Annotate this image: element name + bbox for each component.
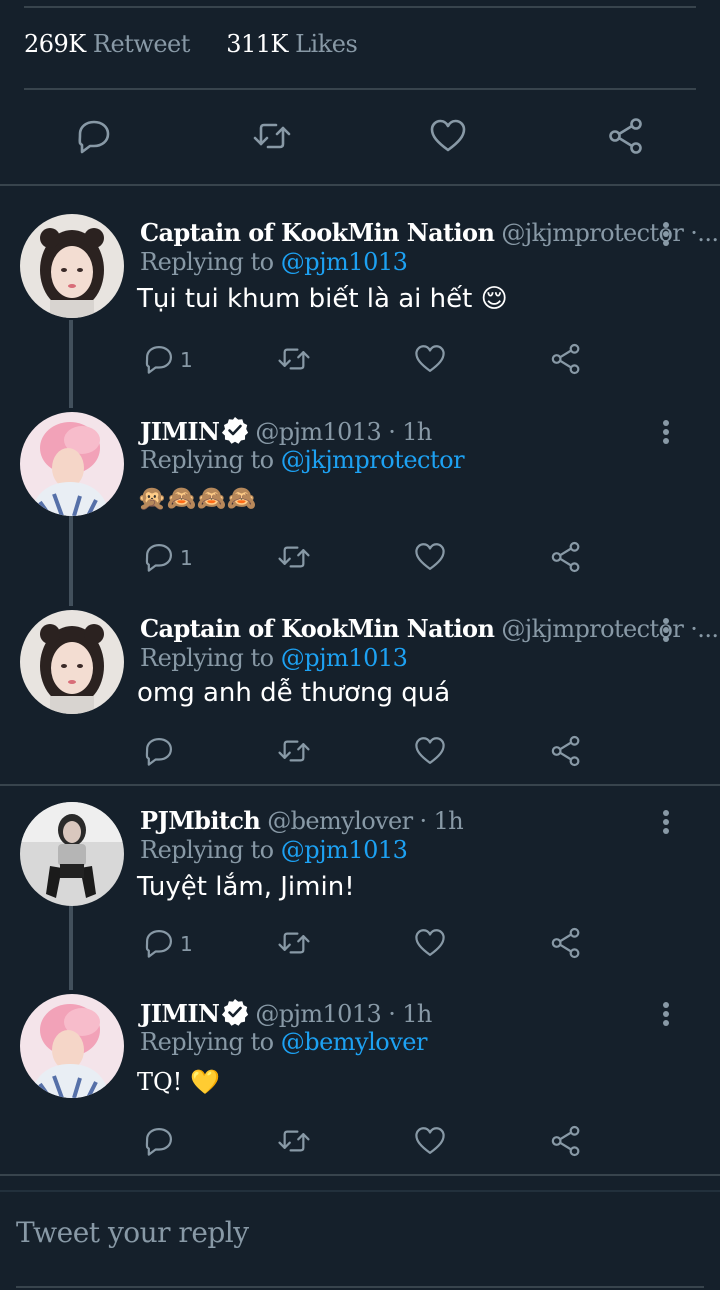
- tweet-actions: [0, 734, 720, 774]
- display-name[interactable]: JIMIN: [140, 999, 220, 1028]
- username[interactable]: @pjm1013 · 1h: [255, 1000, 432, 1028]
- replying-to: Replying to @jkjmprotector: [140, 446, 465, 474]
- reply-tweet[interactable]: Captain of KookMin Nation @jkjmprotector…: [0, 606, 720, 778]
- retweet-icon[interactable]: [276, 926, 312, 960]
- username[interactable]: @pjm1013 · 1h: [255, 418, 432, 446]
- like-icon[interactable]: [413, 1124, 447, 1158]
- share-icon[interactable]: [549, 734, 583, 768]
- tweet-stats: 269K Retweet 311K Likes: [24, 30, 358, 58]
- replying-label: Replying to: [140, 836, 274, 864]
- avatar[interactable]: [20, 802, 124, 906]
- avatar[interactable]: [20, 994, 124, 1098]
- verified-badge-icon: [221, 998, 249, 1026]
- reply-icon[interactable]: [142, 1124, 176, 1158]
- share-icon[interactable]: [549, 926, 583, 960]
- display-name[interactable]: JIMIN: [140, 417, 220, 446]
- tweet-actions: 1: [0, 540, 720, 580]
- tweet-header: JIMIN @pjm1013 · 1h: [140, 416, 432, 446]
- replying-handle[interactable]: @jkjmprotector: [281, 446, 465, 474]
- reply-input[interactable]: Tweet your reply: [16, 1216, 249, 1249]
- replying-to: Replying to @pjm1013: [140, 248, 408, 276]
- display-name[interactable]: Captain of KookMin Nation: [140, 218, 495, 247]
- share-icon[interactable]: [606, 116, 646, 156]
- share-icon[interactable]: [549, 540, 583, 574]
- divider-composer-top: [0, 1190, 720, 1192]
- more-icon[interactable]: [660, 222, 672, 252]
- retweets-count[interactable]: 269K: [24, 30, 86, 58]
- like-icon[interactable]: [428, 116, 468, 156]
- username[interactable]: @jkjmprotector ·...: [501, 219, 719, 247]
- reply-icon[interactable]: [142, 926, 176, 960]
- replying-handle[interactable]: @bemylover: [281, 1028, 428, 1056]
- like-icon[interactable]: [413, 926, 447, 960]
- more-icon[interactable]: [660, 420, 672, 450]
- retweet-icon[interactable]: [276, 540, 312, 574]
- replying-to: Replying to @pjm1013: [140, 836, 408, 864]
- reply-count: 1: [180, 348, 193, 372]
- replying-handle[interactable]: @pjm1013: [281, 644, 408, 672]
- retweet-icon[interactable]: [276, 734, 312, 768]
- reply-tweet[interactable]: Captain of KookMin Nation @jkjmprotector…: [0, 210, 720, 390]
- more-icon[interactable]: [660, 1002, 672, 1032]
- tweet-text: Tuyệt lắm, Jimin!: [137, 872, 355, 902]
- avatar[interactable]: [20, 214, 124, 318]
- like-icon[interactable]: [413, 734, 447, 768]
- reply-icon[interactable]: [142, 734, 176, 768]
- more-icon[interactable]: [660, 618, 672, 648]
- replying-handle[interactable]: @pjm1013: [281, 248, 408, 276]
- tweet-actions: 1: [0, 342, 720, 382]
- reply-tweet[interactable]: JIMIN @pjm1013 · 1h Replying to @jkjmprot…: [0, 408, 720, 588]
- reply-count: 1: [180, 546, 193, 570]
- like-icon[interactable]: [413, 342, 447, 376]
- divider-bottom: [0, 1174, 720, 1176]
- tweet-text: Tụi tui khum biết là ai hết 😌: [137, 284, 508, 314]
- likes-count[interactable]: 311K: [226, 30, 288, 58]
- like-icon[interactable]: [413, 540, 447, 574]
- username[interactable]: @jkjmprotector ·...: [501, 615, 719, 643]
- divider-stats: [24, 88, 696, 90]
- tweet-header: PJMbitch @bemylover · 1h: [140, 806, 464, 835]
- display-name[interactable]: Captain of KookMin Nation: [140, 614, 495, 643]
- divider-top: [24, 6, 696, 8]
- replying-to: Replying to @pjm1013: [140, 644, 408, 672]
- replying-handle[interactable]: @pjm1013: [281, 836, 408, 864]
- avatar[interactable]: [20, 610, 124, 714]
- reply-count: 1: [180, 932, 193, 956]
- tweet-text: TQ! 💛: [137, 1068, 220, 1096]
- tweet-actions: [0, 1124, 720, 1164]
- composer-underline: [16, 1286, 704, 1288]
- replying-label: Replying to: [140, 248, 274, 276]
- share-icon[interactable]: [549, 342, 583, 376]
- reply-tweet[interactable]: PJMbitch @bemylover · 1h Replying to @pj…: [0, 798, 720, 978]
- main-tweet-actions: [0, 98, 720, 174]
- reply-icon[interactable]: [74, 116, 114, 156]
- retweet-icon[interactable]: [276, 342, 312, 376]
- tweet-actions: 1: [0, 926, 720, 966]
- share-icon[interactable]: [549, 1124, 583, 1158]
- verified-badge-icon: [221, 416, 249, 444]
- display-name[interactable]: PJMbitch: [140, 806, 261, 835]
- replying-label: Replying to: [140, 644, 274, 672]
- retweet-icon[interactable]: [276, 1124, 312, 1158]
- replying-label: Replying to: [140, 446, 274, 474]
- retweets-label[interactable]: Retweet: [93, 30, 191, 58]
- tweet-header: Captain of KookMin Nation @jkjmprotector…: [140, 614, 719, 643]
- replying-label: Replying to: [140, 1028, 274, 1056]
- tweet-text: omg anh dễ thương quá: [137, 678, 451, 708]
- tweet-header: Captain of KookMin Nation @jkjmprotector…: [140, 218, 719, 247]
- reply-icon[interactable]: [142, 342, 176, 376]
- reply-icon[interactable]: [142, 540, 176, 574]
- divider-actions: [0, 184, 720, 186]
- avatar[interactable]: [20, 412, 124, 516]
- replying-to: Replying to @bemylover: [140, 1028, 427, 1056]
- reply-tweet[interactable]: JIMIN @pjm1013 · 1h Replying to @bemylove…: [0, 990, 720, 1166]
- likes-label[interactable]: Likes: [295, 30, 358, 58]
- tweet-text: 🙊🙈🙈🙈: [137, 484, 257, 512]
- username[interactable]: @bemylover · 1h: [267, 807, 463, 835]
- more-icon[interactable]: [660, 810, 672, 840]
- tweet-header: JIMIN @pjm1013 · 1h: [140, 998, 432, 1028]
- retweet-icon[interactable]: [250, 116, 294, 156]
- divider-thread: [0, 784, 720, 786]
